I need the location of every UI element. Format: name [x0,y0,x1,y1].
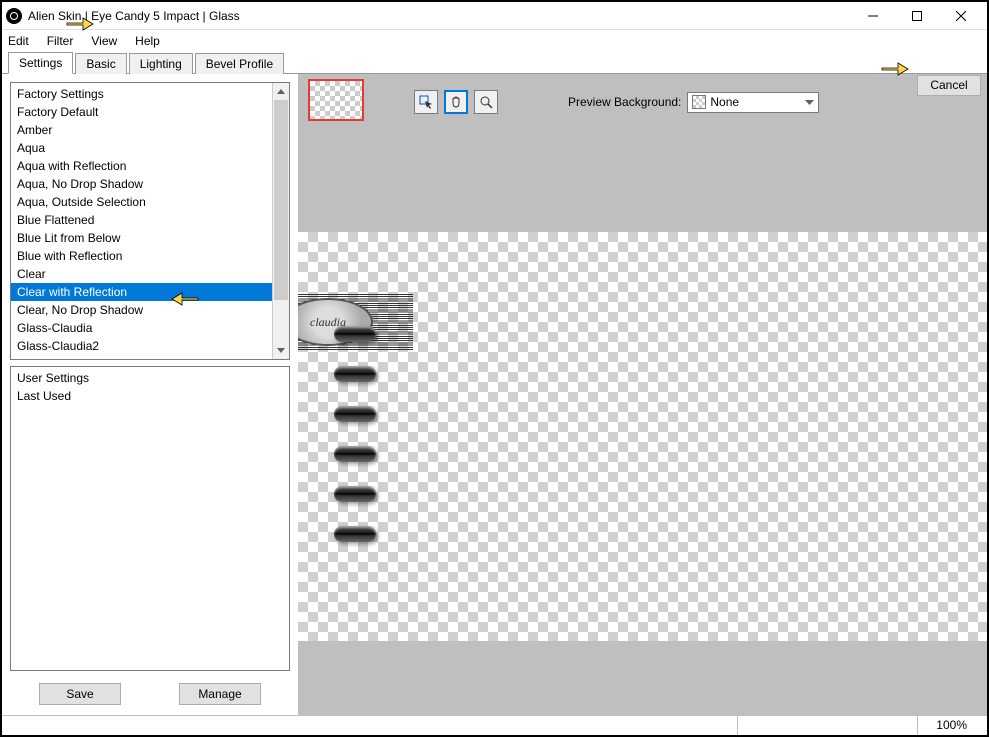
titlebar: Alien Skin | Eye Candy 5 Impact | Glass [2,2,987,30]
tab-settings[interactable]: Settings [8,52,73,74]
scroll-down-icon[interactable] [273,342,289,359]
pointer-rect-icon [419,95,433,109]
preview-canvas[interactable]: claudia [298,232,987,641]
factory-list-item[interactable]: Aqua, Outside Selection [11,193,272,211]
app-icon [6,8,22,24]
cancel-button[interactable]: Cancel [917,75,981,96]
factory-list-item[interactable]: Clear with Reflection [11,283,272,301]
glass-pill-shape [334,446,376,462]
factory-list-item[interactable]: Aqua [11,139,272,157]
preview-bg-label: Preview Background: [568,95,681,109]
statusbar: 100% [2,715,987,735]
zoom-level: 100% [917,716,987,735]
factory-list-item[interactable]: Amber [11,121,272,139]
hand-icon [449,95,463,109]
minimize-button[interactable] [851,4,895,28]
chevron-down-icon [805,95,814,109]
menu-view[interactable]: View [91,34,117,48]
menu-edit[interactable]: Edit [8,34,29,48]
user-settings-list[interactable]: User Settings Last Used [10,366,290,671]
settings-panel: Factory Settings Factory DefaultAmberAqu… [2,74,298,715]
factory-list-item[interactable]: Glass-Claudia2 [11,337,272,355]
factory-list-item[interactable]: Glass-Claudia [11,319,272,337]
magnifier-icon [479,95,493,109]
factory-list-item[interactable]: Factory Default [11,103,272,121]
content-area: Factory Settings Factory DefaultAmberAqu… [2,74,987,715]
factory-list-item[interactable]: Glass-Claudia3 [11,355,272,360]
glass-pill-shape [334,406,376,422]
app-window: Alien Skin | Eye Candy 5 Impact | Glass … [0,0,989,737]
preview-bg-dropdown[interactable]: None [687,92,819,113]
menu-help[interactable]: Help [135,34,160,48]
factory-list-item[interactable]: Blue with Reflection [11,247,272,265]
close-button[interactable] [939,4,983,28]
factory-list-item[interactable]: Clear [11,265,272,283]
hand-tool-button[interactable] [444,90,468,114]
zoom-tool-button[interactable] [474,90,498,114]
tab-bevel-profile[interactable]: Bevel Profile [195,53,284,74]
factory-list-item[interactable]: Aqua with Reflection [11,157,272,175]
preview-top-margin [298,142,987,232]
preview-bottom-margin [298,641,987,715]
menubar: Edit Filter View Help [2,30,987,52]
glass-pill-shape [334,526,376,542]
user-list-item[interactable]: Last Used [11,387,289,405]
factory-header: Factory Settings [11,85,272,103]
settings-buttons: Save Manage [10,677,290,707]
factory-list-item[interactable]: Blue Flattened [11,211,272,229]
user-header: User Settings [11,369,289,387]
glass-pill-shape [334,486,376,502]
factory-settings-list[interactable]: Factory Settings Factory DefaultAmberAqu… [10,82,290,360]
factory-list-item[interactable]: Clear, No Drop Shadow [11,301,272,319]
window-controls [851,4,983,28]
manage-button[interactable]: Manage [179,683,261,705]
preview-bg-value: None [710,95,739,109]
glass-pill-shape [334,366,376,382]
factory-list-item[interactable]: Aqua, No Drop Shadow [11,175,272,193]
tab-lighting[interactable]: Lighting [129,53,193,74]
save-button[interactable]: Save [39,683,121,705]
tab-basic[interactable]: Basic [75,53,126,74]
tab-bar: Settings Basic Lighting Bevel Profile [2,52,987,74]
thumbnail-toolbar: Preview Background: None [298,74,987,142]
factory-scrollbar[interactable] [272,83,289,359]
preview-panel: OK Cancel Preview Backgrou [298,74,987,715]
transparency-swatch-icon [692,95,706,109]
scroll-thumb[interactable] [274,100,288,300]
menu-filter[interactable]: Filter [47,34,74,48]
select-tool-button[interactable] [414,90,438,114]
scroll-up-icon[interactable] [273,83,289,100]
factory-list-item[interactable]: Blue Lit from Below [11,229,272,247]
glass-pill-shape [334,326,376,342]
window-title: Alien Skin | Eye Candy 5 Impact | Glass [28,9,851,23]
preview-thumbnail[interactable] [308,79,364,121]
status-spacer [737,716,917,735]
maximize-button[interactable] [895,4,939,28]
